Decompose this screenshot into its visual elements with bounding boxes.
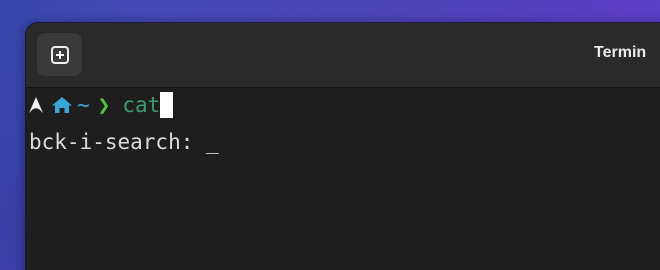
cwd-label: ~ (77, 93, 90, 117)
prompt-symbol: ❯ (97, 93, 111, 117)
terminal-window: Termin ~ ❯ cat bck-i-search: _ (26, 23, 660, 270)
search-line: bck-i-search: _ (29, 129, 219, 155)
block-cursor (160, 92, 174, 118)
new-tab-button[interactable] (37, 33, 82, 76)
home-icon (51, 96, 73, 114)
search-prompt-label: bck-i-search: (29, 130, 207, 154)
plus-square-icon (50, 45, 70, 65)
prompt-line: ~ ❯ cat (29, 92, 174, 118)
search-cursor: _ (206, 130, 219, 154)
command-text: cat (122, 93, 161, 117)
arch-logo-icon (29, 97, 43, 113)
window-title: Termin (594, 44, 647, 61)
terminal-content[interactable]: ~ ❯ cat bck-i-search: _ (26, 88, 660, 270)
header-bar: Termin (26, 23, 660, 88)
